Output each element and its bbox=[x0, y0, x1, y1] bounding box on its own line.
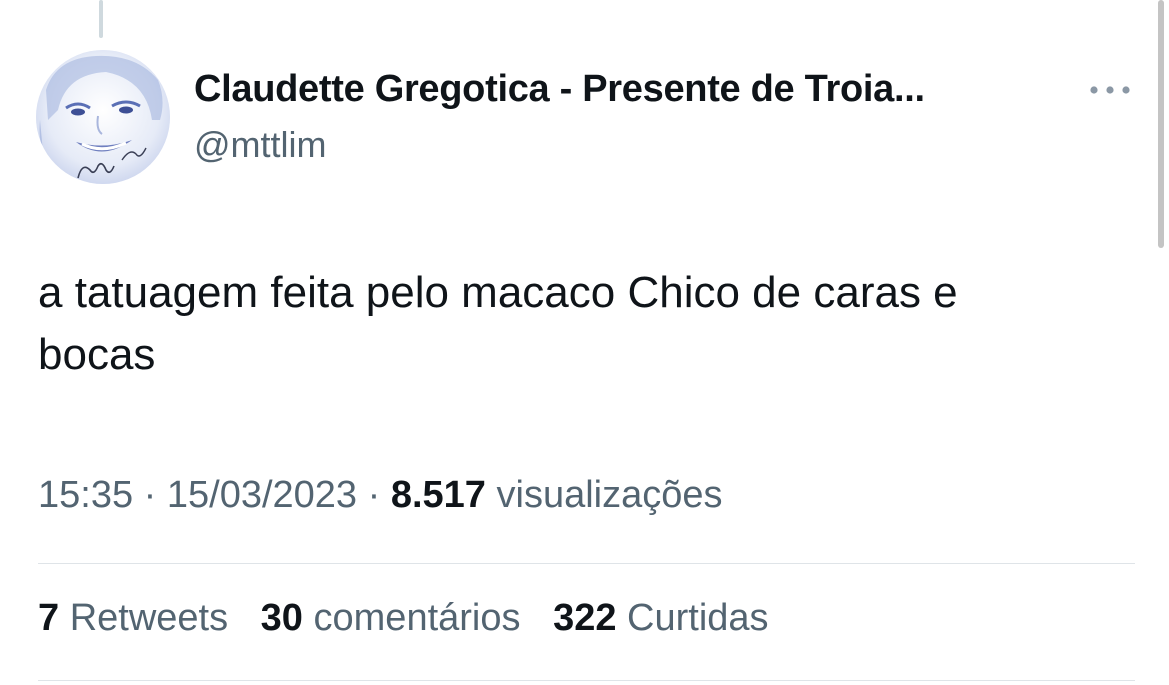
comments-label: comentários bbox=[313, 597, 521, 639]
views-label: visualizações bbox=[496, 474, 723, 516]
meta-separator: · bbox=[143, 474, 157, 516]
meta-separator: · bbox=[367, 474, 381, 516]
retweets-stat[interactable]: 7 Retweets bbox=[38, 597, 228, 639]
thread-connector-line bbox=[99, 0, 103, 38]
likes-count: 322 bbox=[553, 597, 617, 639]
retweets-label: Retweets bbox=[69, 597, 229, 639]
more-options-button[interactable] bbox=[1080, 72, 1140, 108]
tweet-text: a tatuagem feita pelo macaco Chico de ca… bbox=[38, 268, 958, 379]
retweets-count: 7 bbox=[38, 597, 60, 639]
comments-count: 30 bbox=[260, 597, 303, 639]
more-horizontal-icon bbox=[1090, 86, 1130, 94]
comments-stat[interactable]: 30 comentários bbox=[261, 597, 521, 639]
scrollbar[interactable] bbox=[1158, 0, 1164, 248]
likes-stat[interactable]: 322 Curtidas bbox=[553, 597, 768, 639]
avatar[interactable] bbox=[36, 50, 170, 184]
tweet-meta: 15:35 · 15/03/2023 · 8.517 visualizações bbox=[38, 474, 723, 517]
divider bbox=[38, 680, 1135, 681]
views-count: 8.517 bbox=[390, 474, 486, 516]
author-handle[interactable]: @mttlim bbox=[194, 124, 327, 166]
avatar-image bbox=[36, 50, 170, 184]
author-display-name[interactable]: Claudette Gregotica - Presente de Troia.… bbox=[194, 68, 925, 111]
engagement-stats: 7 Retweets 30 comentários 322 Curtidas bbox=[38, 597, 791, 640]
likes-label: Curtidas bbox=[627, 597, 769, 639]
tweet-time[interactable]: 15:35 bbox=[38, 474, 133, 516]
divider bbox=[38, 563, 1135, 564]
tweet-date[interactable]: 15/03/2023 bbox=[167, 474, 357, 516]
